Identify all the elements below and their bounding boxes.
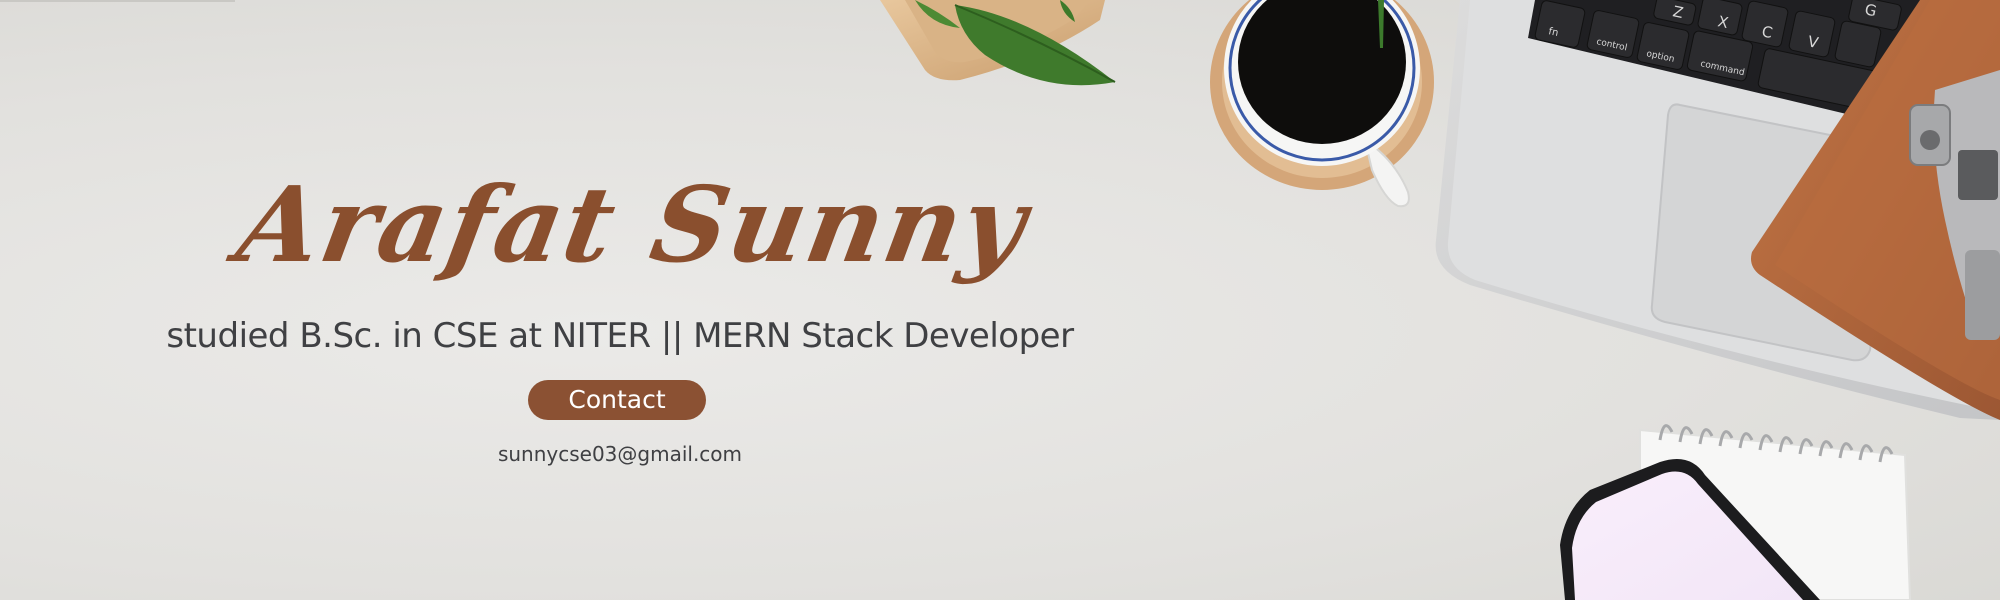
hero-name: Arafat Sunny	[229, 163, 1037, 286]
coffee-cup-icon	[1210, 0, 1434, 208]
contact-button[interactable]: Contact	[528, 380, 706, 420]
plant-leaves-icon	[880, 0, 1116, 86]
email-text[interactable]: sunnycse03@gmail.com	[420, 442, 820, 466]
hero-subtitle: studied B.Sc. in CSE at NITER || MERN St…	[166, 316, 1074, 356]
hero-banner: fn control option command Z X C V G Araf…	[0, 0, 2000, 600]
desk-background-illustration: fn control option command Z X C V G	[880, 0, 2000, 600]
